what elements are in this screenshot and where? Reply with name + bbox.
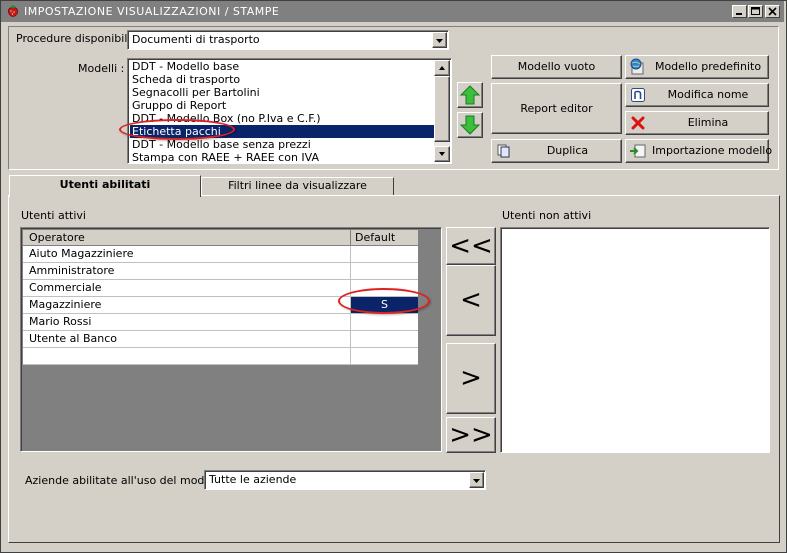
minimize-icon (736, 13, 742, 15)
tab-filtri-linee[interactable]: Filtri linee da visualizzare (201, 177, 394, 195)
move-all-left-label: << (449, 231, 493, 261)
modelli-scrollbar[interactable] (434, 60, 450, 162)
highlight-circle (119, 119, 235, 140)
cell-operatore: Amministratore (29, 264, 115, 277)
importazione-modello-button[interactable]: Importazione modello (625, 139, 773, 163)
move-all-left-button[interactable]: << (446, 227, 496, 265)
move-left-label: < (460, 285, 482, 315)
scroll-down-icon (439, 152, 445, 156)
rename-n-icon (631, 88, 645, 102)
move-all-right-label: >> (449, 420, 493, 450)
modello-vuoto-button[interactable]: Modello vuoto (491, 55, 622, 79)
cell-default[interactable] (350, 263, 418, 279)
grid-header: Operatore Default (23, 230, 418, 246)
procedure-value: Documenti di trasporto (132, 33, 260, 46)
table-row[interactable]: Aiuto Magazziniere (23, 246, 418, 263)
move-right-button[interactable]: > (446, 343, 496, 414)
procedure-select[interactable]: Documenti di trasporto (127, 30, 449, 50)
title-bar[interactable]: IMPOSTAZIONE VISUALIZZAZIONI / STAMPE (1, 1, 784, 22)
red-x-icon (631, 116, 645, 130)
chevron-down-icon (436, 39, 443, 43)
modifica-nome-button[interactable]: Modifica nome (625, 83, 769, 107)
cell-operatore: Magazziniere (29, 298, 102, 311)
cell-default[interactable] (350, 348, 418, 364)
list-item[interactable]: Gruppo di Report (130, 99, 436, 112)
import-icon (630, 144, 646, 158)
duplicate-pages-icon (497, 144, 510, 158)
elimina-button[interactable]: Elimina (625, 111, 769, 135)
maximize-icon (751, 7, 760, 15)
utenti-attivi-label: Utenti attivi (21, 209, 86, 222)
cell-default[interactable] (350, 246, 418, 262)
globe-document-icon (630, 58, 644, 75)
report-editor-button[interactable]: Report editor (491, 83, 622, 134)
scroll-down-button[interactable] (434, 146, 450, 162)
cell-operatore: Mario Rossi (29, 315, 92, 328)
aziende-label: Aziende abilitate all'uso del modello : (25, 474, 232, 487)
column-header-default[interactable]: Default (350, 230, 395, 245)
duplica-button[interactable]: Duplica (491, 139, 622, 163)
close-button[interactable] (765, 5, 780, 18)
utenti-attivi-grid[interactable]: Operatore Default Aiuto Magazziniere Amm… (20, 227, 442, 452)
table-row[interactable]: Utente al Banco (23, 331, 418, 348)
cell-operatore: Aiuto Magazziniere (29, 247, 134, 260)
move-right-label: > (460, 363, 482, 393)
utenti-non-attivi-list[interactable] (500, 227, 770, 453)
aziende-value: Tutte le aziende (209, 473, 297, 486)
tab-utenti-abilitati-label: Utenti abilitati (59, 178, 151, 191)
scroll-up-button[interactable] (434, 60, 450, 76)
procedure-dropdown-button[interactable] (432, 32, 447, 48)
list-item[interactable]: Stampa con RAEE + RAEE con IVA (130, 151, 436, 163)
move-down-button[interactable] (457, 112, 483, 138)
cell-operatore: Utente al Banco (29, 332, 118, 345)
chevron-down-icon (473, 479, 480, 483)
move-up-button[interactable] (457, 82, 483, 108)
cell-operatore: Commerciale (29, 281, 102, 294)
aziende-select[interactable]: Tutte le aziende (204, 470, 486, 490)
aziende-dropdown-button[interactable] (469, 472, 484, 488)
procedure-label: Procedure disponibili : (16, 32, 138, 45)
cell-default[interactable] (350, 331, 418, 347)
highlight-circle (338, 288, 430, 314)
duplica-label: Duplica (546, 144, 589, 157)
elimina-label: Elimina (687, 116, 729, 129)
table-row[interactable]: Mario Rossi (23, 314, 418, 331)
green-arrow-up-icon (459, 85, 481, 105)
move-left-button[interactable]: < (446, 265, 496, 336)
tab-utenti-abilitati[interactable]: Utenti abilitati (9, 175, 201, 197)
window-title: IMPOSTAZIONE VISUALIZZAZIONI / STAMPE (24, 5, 280, 18)
maximize-button[interactable] (748, 5, 763, 18)
importazione-modello-label: Importazione modello (652, 144, 773, 157)
modello-predefinito-button[interactable]: Modello predefinito (625, 55, 769, 79)
modelli-list[interactable]: DDT - Modello base Scheda di trasporto S… (127, 58, 452, 164)
list-item[interactable]: Scheda di trasporto (130, 73, 436, 86)
table-row-empty[interactable] (23, 348, 418, 365)
move-all-right-button[interactable]: >> (446, 417, 496, 453)
tab-filtri-linee-label: Filtri linee da visualizzare (228, 179, 367, 192)
minimize-button[interactable] (732, 5, 747, 18)
utenti-non-attivi-label: Utenti non attivi (502, 209, 592, 222)
report-editor-label: Report editor (520, 102, 593, 115)
close-icon (768, 7, 777, 16)
modello-vuoto-label: Modello vuoto (517, 60, 596, 73)
list-item[interactable]: DDT - Modello base (130, 60, 436, 73)
column-header-operatore[interactable]: Operatore (29, 230, 85, 245)
scroll-thumb[interactable] (434, 76, 450, 142)
modello-predefinito-label: Modello predefinito (654, 60, 762, 73)
table-row[interactable]: Amministratore (23, 263, 418, 280)
strawberry-icon (6, 4, 20, 18)
modifica-nome-label: Modifica nome (667, 88, 749, 101)
cell-default[interactable] (350, 314, 418, 330)
green-arrow-down-icon (459, 115, 481, 135)
list-item[interactable]: Segnacolli per Bartolini (130, 86, 436, 99)
scroll-up-icon (439, 66, 445, 70)
modelli-label: Modelli : (78, 62, 125, 75)
